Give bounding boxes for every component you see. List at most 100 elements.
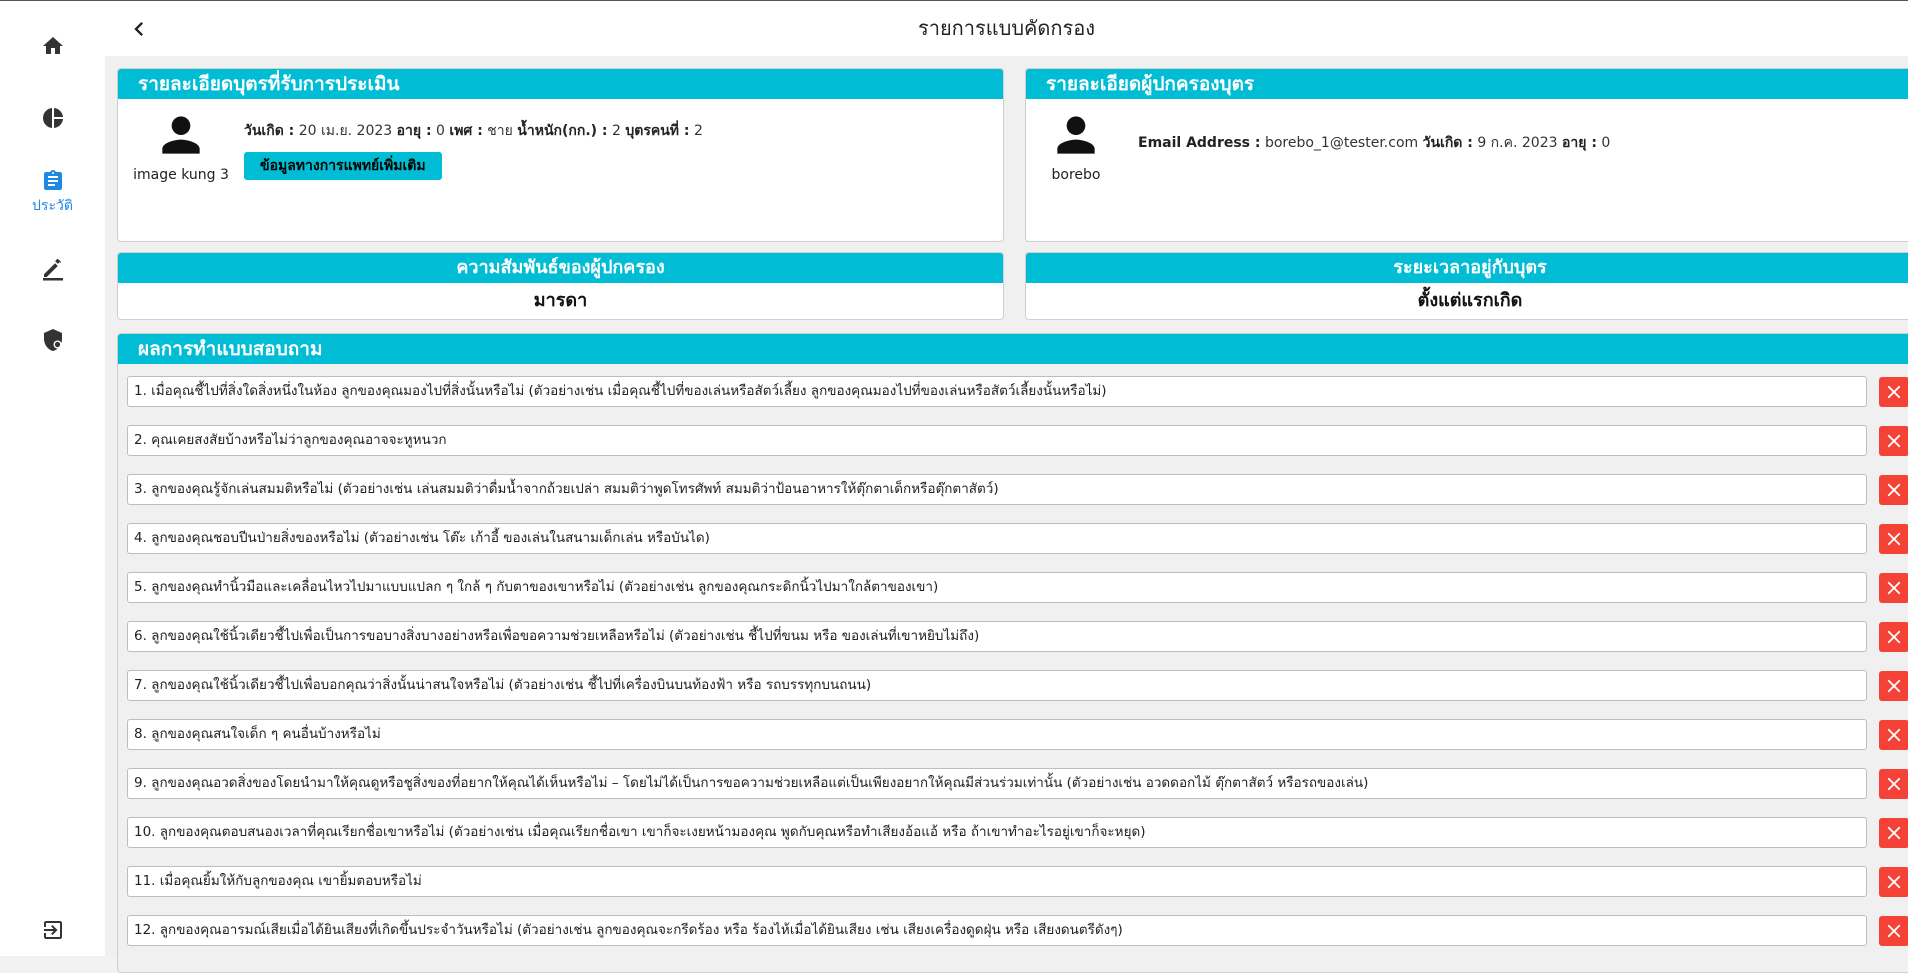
child-details-heading: รายละเอียดบุตรที่รับการประเมิน xyxy=(118,69,1003,99)
child-details-card: รายละเอียดบุตรที่รับการประเมิน image kun… xyxy=(117,68,1004,242)
question-row: 5. ลูกของคุณทำนิ้วมือและเคลื่อนไหวไปมาแบ… xyxy=(127,572,1908,606)
question-row: 1. เมื่อคุณชี้ไปที่สิ่งใดสิ่งหนึ่งในห้อง… xyxy=(127,376,1908,410)
relationship-card: ความสัมพันธ์ของผู้ปกครอง มารดา xyxy=(117,252,1004,320)
delete-button[interactable] xyxy=(1879,622,1908,652)
question-text: 6. ลูกของคุณใช้นิ้วเดียวชี้ไปเพื่อเป็นกา… xyxy=(127,621,1867,652)
child-order-label: บุตรคนที่ : xyxy=(625,123,690,139)
delete-button[interactable] xyxy=(1879,426,1908,456)
delete-button[interactable] xyxy=(1879,475,1908,505)
question-text: 12. ลูกของคุณอารมณ์เสียเมื่อได้ยินเสียงท… xyxy=(127,915,1867,946)
question-row: 4. ลูกของคุณชอบปีนป่ายสิ่งของหรือไม่ (ตั… xyxy=(127,523,1908,557)
delete-button[interactable] xyxy=(1879,524,1908,554)
close-icon xyxy=(1887,434,1901,448)
question-row: 12. ลูกของคุณอารมณ์เสียเมื่อได้ยินเสียงท… xyxy=(127,915,1908,949)
question-text: 1. เมื่อคุณชี้ไปที่สิ่งใดสิ่งหนึ่งในห้อง… xyxy=(127,376,1867,407)
close-icon xyxy=(1887,875,1901,889)
results-heading: ผลการทำแบบสอบถาม xyxy=(118,334,1908,364)
delete-button[interactable] xyxy=(1879,720,1908,750)
sidebar: ประวัติ xyxy=(0,1,105,956)
nav-history-label: ประวัติ xyxy=(32,198,73,214)
question-text: 7. ลูกของคุณใช้นิ้วเดียวชี้ไปเพื่อบอกคุณ… xyxy=(127,670,1867,701)
nav-edit[interactable] xyxy=(0,257,105,281)
birth-label: วันเกิด : xyxy=(244,123,295,139)
delete-button[interactable] xyxy=(1879,573,1908,603)
top-bar: รายการแบบคัดกรอง xyxy=(105,1,1908,56)
person-icon xyxy=(162,116,200,154)
question-text: 4. ลูกของคุณชอบปีนป่ายสิ่งของหรือไม่ (ตั… xyxy=(127,523,1867,554)
parent-age-value: 0 xyxy=(1601,135,1611,151)
question-text: 10. ลูกของคุณตอบสนองเวลาที่คุณเรียกชื่อเ… xyxy=(127,817,1867,848)
close-icon xyxy=(1887,728,1901,742)
close-icon xyxy=(1887,630,1901,644)
edit-icon xyxy=(42,258,63,281)
delete-button[interactable] xyxy=(1879,377,1908,407)
question-text: 3. ลูกของคุณรู้จักเล่นสมมติหรือไม่ (ตัวอ… xyxy=(127,474,1867,505)
close-icon xyxy=(1887,532,1901,546)
parent-info-line: Email Address : borebo_1@tester.com วันเ… xyxy=(1138,132,1610,154)
relationship-heading: ความสัมพันธ์ของผู้ปกครอง xyxy=(118,253,1003,283)
age-label: อายุ : xyxy=(396,123,432,139)
question-text: 2. คุณเคยสงสัยบ้างหรือไม่ว่าลูกของคุณอาจ… xyxy=(127,425,1867,456)
close-icon xyxy=(1887,826,1901,840)
question-row: 7. ลูกของคุณใช้นิ้วเดียวชี้ไปเพื่อบอกคุณ… xyxy=(127,670,1908,704)
logout-icon xyxy=(43,921,62,939)
duration-card: ระยะเวลาอยู่กับบุตร ตั้งแต่แรกเกิด xyxy=(1025,252,1908,320)
delete-button[interactable] xyxy=(1879,916,1908,946)
pie-chart-icon xyxy=(42,108,63,128)
close-icon xyxy=(1887,581,1901,595)
nav-history[interactable]: ประวัติ xyxy=(0,169,105,217)
delete-button[interactable] xyxy=(1879,818,1908,848)
duration-heading: ระยะเวลาอยู่กับบุตร xyxy=(1026,253,1908,283)
page-title: รายการแบบคัดกรอง xyxy=(917,16,1096,40)
sex-label: เพศ : xyxy=(449,123,483,139)
nav-security[interactable] xyxy=(0,328,105,352)
results-card: ผลการทำแบบสอบถาม 1. เมื่อคุณชี้ไปที่สิ่ง… xyxy=(117,333,1908,973)
question-row: 3. ลูกของคุณรู้จักเล่นสมมติหรือไม่ (ตัวอ… xyxy=(127,474,1908,508)
medical-info-button[interactable]: ข้อมูลทางการแพทย์เพิ่มเติม xyxy=(244,152,442,180)
nav-logout[interactable] xyxy=(0,918,105,942)
parent-avatar: borebo xyxy=(1036,107,1116,183)
nav-dashboard[interactable] xyxy=(0,106,105,130)
parent-details-card: รายละเอียดผู้ปกครองบุตร borebo Email Add… xyxy=(1025,68,1908,242)
question-row: 6. ลูกของคุณใช้นิ้วเดียวชี้ไปเพื่อเป็นกา… xyxy=(127,621,1908,655)
home-icon xyxy=(42,37,63,54)
birth-value: 20 เม.ย. 2023 xyxy=(298,123,393,139)
question-row: 10. ลูกของคุณตอบสนองเวลาที่คุณเรียกชื่อเ… xyxy=(127,817,1908,851)
question-row: 9. ลูกของคุณอวดสิ่งของโดยนำมาให้คุณดูหรื… xyxy=(127,768,1908,802)
child-avatar: image kung 3 xyxy=(133,107,229,183)
question-row: 11. เมื่อคุณยิ้มให้กับลูกของคุณ เขายิ้มต… xyxy=(127,866,1908,900)
delete-button[interactable] xyxy=(1879,867,1908,897)
parent-age-label: อายุ : xyxy=(1561,135,1597,151)
parent-birth-label: วันเกิด : xyxy=(1422,135,1473,151)
weight-label: น้ำหนัก(กก.) : xyxy=(517,123,608,139)
close-icon xyxy=(1887,385,1901,399)
delete-button[interactable] xyxy=(1879,769,1908,799)
question-row: 2. คุณเคยสงสัยบ้างหรือไม่ว่าลูกของคุณอาจ… xyxy=(127,425,1908,459)
parent-birth-value: 9 ก.ค. 2023 xyxy=(1477,135,1558,151)
close-icon xyxy=(1887,483,1901,497)
email-label: Email Address : xyxy=(1138,135,1261,151)
age-value: 0 xyxy=(436,123,445,139)
person-icon xyxy=(1057,116,1095,154)
duration-value: ตั้งแต่แรกเกิด xyxy=(1417,290,1523,311)
weight-value: 2 xyxy=(611,123,621,139)
child-order-value: 2 xyxy=(693,123,703,139)
question-text: 11. เมื่อคุณยิ้มให้กับลูกของคุณ เขายิ้มต… xyxy=(127,866,1867,897)
close-icon xyxy=(1887,679,1901,693)
close-icon xyxy=(1887,924,1901,938)
relationship-value: มารดา xyxy=(533,290,588,311)
clipboard-icon xyxy=(43,170,62,190)
main-content: รายละเอียดบุตรที่รับการประเมิน image kun… xyxy=(105,56,1908,973)
close-icon xyxy=(1887,777,1901,791)
parent-name: borebo xyxy=(1051,167,1101,183)
parent-details-heading: รายละเอียดผู้ปกครองบุตร xyxy=(1026,69,1908,99)
nav-home[interactable] xyxy=(0,34,105,58)
delete-button[interactable] xyxy=(1879,671,1908,701)
back-button[interactable] xyxy=(123,13,155,45)
question-text: 8. ลูกของคุณสนใจเด็ก ๆ คนอื่นบ้างหรือไม่ xyxy=(127,719,1867,750)
question-text: 9. ลูกของคุณอวดสิ่งของโดยนำมาให้คุณดูหรื… xyxy=(127,768,1867,799)
email-value: borebo_1@tester.com xyxy=(1264,135,1419,151)
chevron-left-icon xyxy=(134,22,143,36)
child-name: image kung 3 xyxy=(133,167,229,183)
shield-icon xyxy=(43,329,62,351)
